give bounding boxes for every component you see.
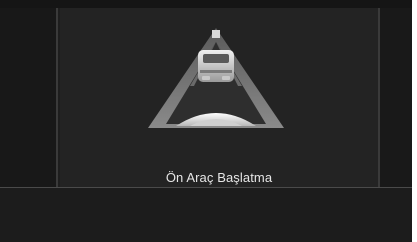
front-vehicle-start-alert-icon (148, 28, 284, 128)
bottom-band (0, 188, 412, 242)
cluster-display: Ön Araç Başlatma (0, 0, 412, 242)
top-band (0, 0, 412, 8)
notice-label: Ön Araç Başlatma (165, 170, 273, 185)
